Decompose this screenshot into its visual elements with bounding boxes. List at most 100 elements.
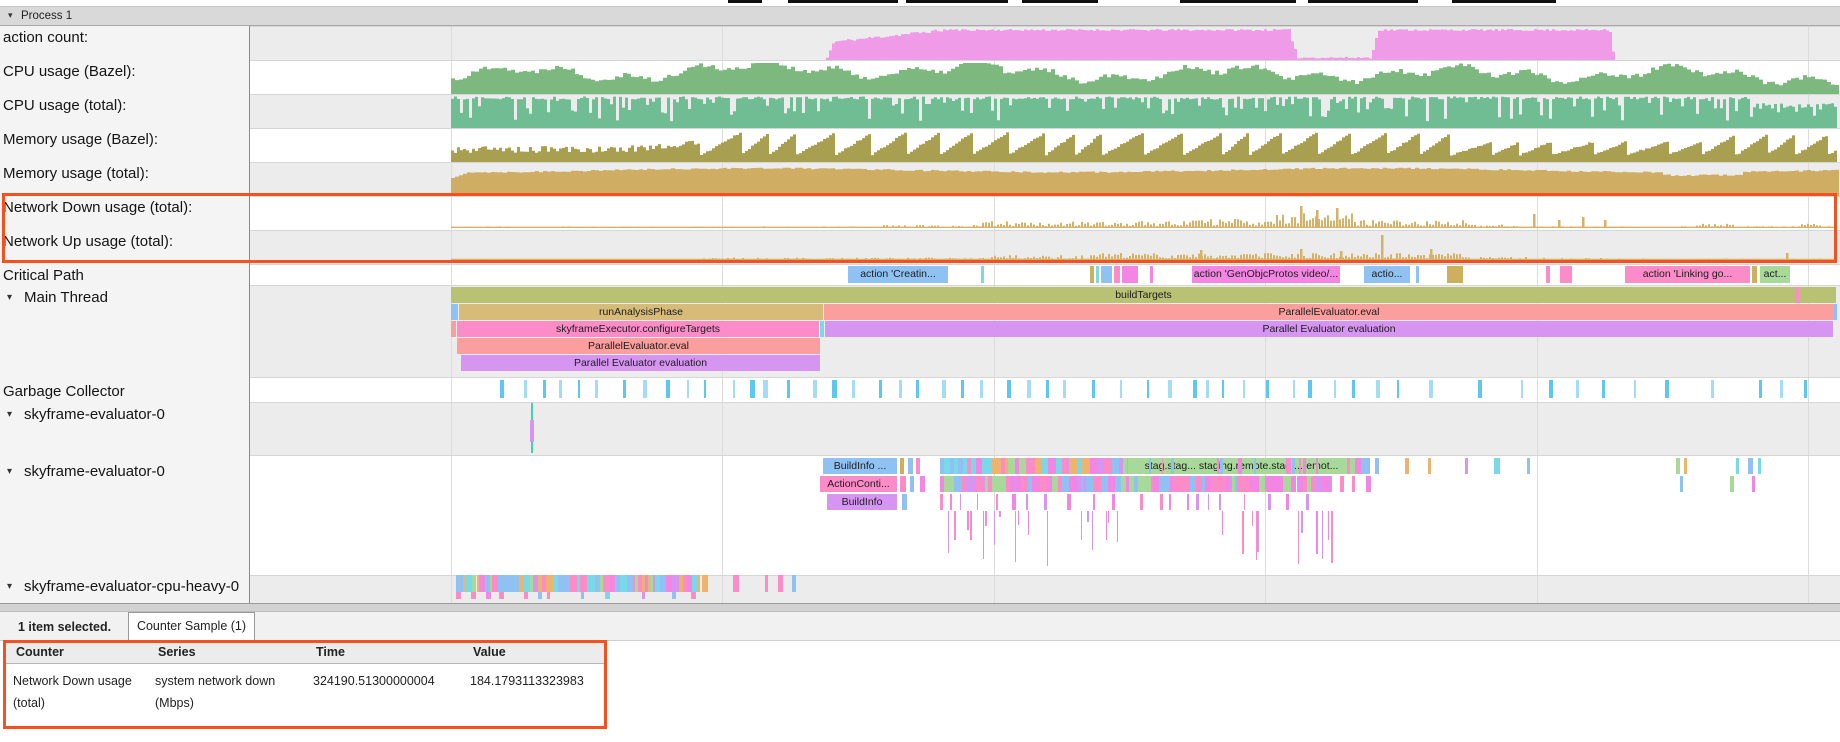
evaluator-drip[interactable] xyxy=(691,592,696,599)
evaluator-slice[interactable] xyxy=(910,476,914,492)
evaluator-slice[interactable] xyxy=(1494,458,1500,474)
tab-counter-sample[interactable]: Counter Sample (1) xyxy=(128,612,255,641)
evaluator-slice[interactable] xyxy=(697,575,700,592)
process-header[interactable]: ▾ Process 1 xyxy=(0,6,1840,26)
evaluator-drip[interactable] xyxy=(999,511,1001,517)
evaluator-slice[interactable] xyxy=(1108,476,1115,492)
evaluator-slice[interactable] xyxy=(1160,494,1163,510)
evaluator-drip[interactable] xyxy=(524,592,528,599)
collapse-arrow-icon[interactable]: ▾ xyxy=(7,409,12,420)
evaluator-slice[interactable] xyxy=(1140,494,1143,510)
evaluator-slice[interactable] xyxy=(778,575,783,592)
gc-event-tick[interactable] xyxy=(961,380,963,398)
evaluator-drip[interactable] xyxy=(471,592,477,599)
evaluator-slice[interactable] xyxy=(1316,458,1318,474)
evaluator-slice[interactable] xyxy=(1340,476,1344,492)
critical-path-action-slice[interactable] xyxy=(1447,266,1463,283)
evaluator-slice[interactable] xyxy=(702,575,708,592)
evaluator-slice[interactable] xyxy=(1321,476,1329,492)
main-thread-slice[interactable] xyxy=(451,321,456,337)
evaluator-drip[interactable] xyxy=(1328,511,1330,540)
evaluator-slice[interactable] xyxy=(456,575,463,592)
evaluator-slice[interactable] xyxy=(1208,494,1209,510)
evaluator-slice[interactable] xyxy=(1082,458,1090,474)
evaluator-drip[interactable] xyxy=(1316,511,1318,554)
gc-event-tick[interactable] xyxy=(916,380,918,398)
evaluator-slice[interactable] xyxy=(1286,494,1289,510)
evaluator-slice[interactable] xyxy=(1149,458,1151,474)
gc-event-tick[interactable] xyxy=(524,380,527,398)
gc-event-tick[interactable] xyxy=(813,380,817,398)
evaluator-slice[interactable] xyxy=(1171,458,1174,474)
gc-event-tick[interactable] xyxy=(687,380,689,398)
gc-event-tick[interactable] xyxy=(1168,380,1172,398)
collapse-arrow-icon[interactable]: ▾ xyxy=(7,581,12,592)
critical-path-action-slice[interactable] xyxy=(1560,266,1572,283)
evaluator-drip[interactable] xyxy=(1242,511,1244,554)
evaluator-slice[interactable] xyxy=(999,476,1006,492)
evaluator-drip[interactable] xyxy=(1252,511,1254,526)
gc-event-tick[interactable] xyxy=(1092,380,1094,398)
gc-event-tick[interactable] xyxy=(787,380,790,398)
evaluator-drip[interactable] xyxy=(1331,511,1333,563)
evaluator-slice[interactable] xyxy=(1244,494,1245,510)
evaluator-slice[interactable] xyxy=(1329,476,1332,492)
evaluator-drip[interactable] xyxy=(456,592,461,599)
critical-path-action-slice[interactable] xyxy=(1101,266,1112,283)
evaluator-slice[interactable] xyxy=(765,575,768,592)
gc-event-tick[interactable] xyxy=(500,380,504,398)
evaluator-slice[interactable] xyxy=(1465,458,1468,474)
evaluator-slice[interactable] xyxy=(1748,458,1753,474)
gc-event-tick[interactable] xyxy=(750,380,754,398)
evaluator-drip[interactable] xyxy=(1047,511,1049,566)
evaluator-slice[interactable]: ActionConti... xyxy=(820,476,897,492)
evaluator-slice[interactable] xyxy=(950,494,952,510)
evaluator-slice[interactable] xyxy=(916,458,920,474)
evaluator-drip[interactable] xyxy=(672,592,677,599)
evaluator-slice[interactable] xyxy=(1019,458,1026,474)
evaluator-slice[interactable] xyxy=(1352,476,1355,492)
evaluator-slice[interactable] xyxy=(920,476,925,492)
evaluator-drip[interactable] xyxy=(970,511,972,540)
evaluator-slice[interactable] xyxy=(965,476,972,492)
evaluator-slice[interactable] xyxy=(1035,458,1043,474)
evaluator-slice[interactable] xyxy=(902,494,907,510)
evaluator-slice[interactable] xyxy=(1159,476,1166,492)
counter-series[interactable] xyxy=(826,29,1615,60)
gc-event-tick[interactable] xyxy=(1193,380,1197,398)
evaluator-slice[interactable] xyxy=(1220,458,1223,474)
evaluator-slice[interactable] xyxy=(1369,458,1370,474)
gc-event-tick[interactable] xyxy=(1063,380,1066,398)
gc-event-tick[interactable] xyxy=(1576,380,1579,398)
evaluator-drip[interactable] xyxy=(1015,511,1017,562)
evaluator-slice[interactable] xyxy=(900,458,904,474)
evaluator-drip[interactable] xyxy=(547,592,550,599)
evaluator-slice[interactable] xyxy=(1242,476,1249,492)
main-thread-slice[interactable] xyxy=(1795,287,1799,303)
gc-event-tick[interactable] xyxy=(1397,380,1399,398)
gc-event-tick[interactable] xyxy=(1352,380,1355,398)
main-thread-slice[interactable] xyxy=(451,304,458,320)
evaluator-drip[interactable] xyxy=(1108,511,1110,523)
gc-event-tick[interactable] xyxy=(1334,380,1336,398)
gc-event-tick[interactable] xyxy=(666,380,669,398)
critical-path-action-slice[interactable] xyxy=(981,266,984,283)
evaluator-slice[interactable]: BuildInfo xyxy=(827,494,897,510)
counter-series[interactable] xyxy=(451,168,1839,196)
evaluator-slice[interactable] xyxy=(1268,494,1271,510)
gc-event-tick[interactable] xyxy=(1027,380,1031,398)
gc-event-tick[interactable] xyxy=(559,380,562,398)
evaluator-drip[interactable] xyxy=(642,592,645,599)
evaluator-slice[interactable] xyxy=(1044,494,1047,510)
main-thread-slice[interactable] xyxy=(820,321,824,337)
main-thread-slice[interactable] xyxy=(1834,304,1837,320)
evaluator-drip[interactable] xyxy=(983,511,985,559)
gc-event-tick[interactable] xyxy=(1478,380,1482,398)
evaluator-slice[interactable] xyxy=(580,575,587,592)
gc-event-tick[interactable] xyxy=(942,380,946,398)
counter-series[interactable] xyxy=(451,97,1837,129)
evaluator-slice[interactable] xyxy=(1366,476,1371,492)
evaluator-drip[interactable] xyxy=(1322,511,1324,559)
gc-event-tick[interactable] xyxy=(733,380,735,398)
gc-event-tick[interactable] xyxy=(704,380,706,398)
